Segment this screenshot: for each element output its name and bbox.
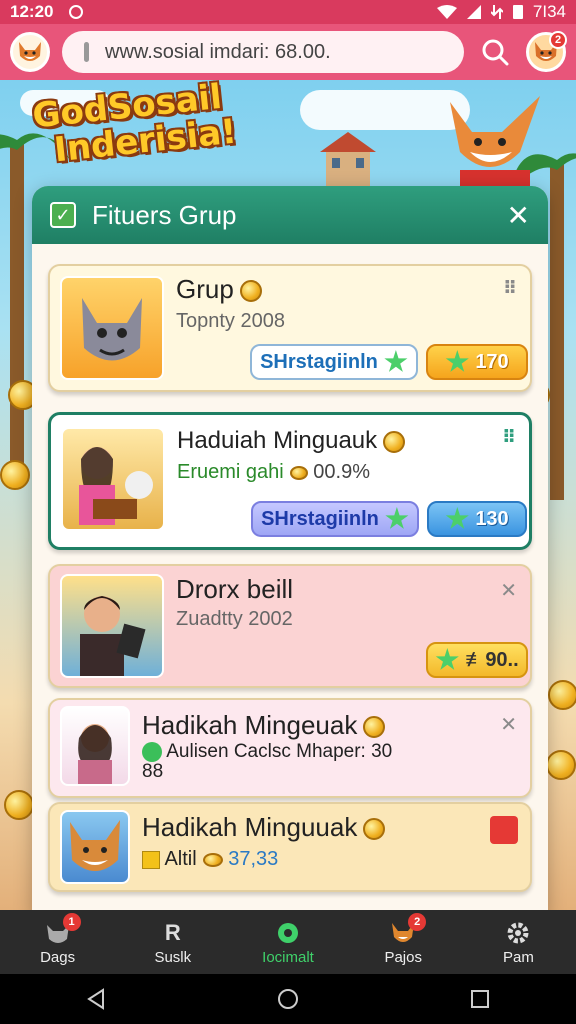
reward-button[interactable]: 170	[426, 344, 528, 380]
star-icon	[385, 507, 409, 529]
close-button[interactable]: ✕	[507, 199, 530, 232]
data-icon	[490, 5, 503, 19]
dog-icon: 1	[43, 912, 81, 947]
close-icon[interactable]: ✕	[500, 578, 518, 603]
search-icon	[482, 39, 509, 66]
card-title: Haduiah Minguauk	[177, 427, 406, 455]
card-thumbnail	[61, 427, 165, 531]
star-icon	[445, 350, 469, 372]
check-icon: ✓	[50, 202, 76, 228]
panel-header: ✓ Fituers Grup ✕	[32, 186, 548, 244]
status-button[interactable]: SHrstagiinln	[251, 501, 419, 537]
card-subtitle: Zuadtty 2002	[176, 608, 293, 630]
url-input[interactable]: www.sosial imdari: 68.00.	[62, 31, 464, 73]
nav-item-iocimalt[interactable]: Iocimalt	[230, 910, 345, 974]
card-thumbnail	[60, 706, 130, 786]
coin-icon	[548, 680, 576, 710]
card-subtitle: Topnty 2008	[176, 310, 285, 332]
battery-icon	[512, 5, 523, 19]
star-icon	[445, 507, 469, 529]
status-button[interactable]: SHrstagiinln	[250, 344, 418, 380]
system-nav	[0, 974, 576, 1024]
coin-icon	[363, 818, 386, 841]
status-right-text: 7I34	[532, 2, 566, 21]
card-thumbnail	[60, 810, 130, 884]
card-title: Hadikah Minguuak	[142, 812, 386, 843]
card-subtitle: Eruemi gahi 00.9%	[177, 461, 370, 483]
alarm-icon	[69, 5, 84, 19]
coin-icon	[546, 750, 576, 780]
coin-icon	[239, 280, 262, 303]
nav-label: Dags	[40, 948, 76, 966]
nav-item-pam[interactable]: Pam	[461, 910, 576, 974]
star-icon	[435, 648, 459, 670]
card-title: Grup	[176, 274, 262, 305]
coin-icon	[383, 430, 406, 453]
nav-item-suslk[interactable]: R Suslk	[115, 910, 230, 974]
building	[320, 132, 376, 192]
badge-icon	[142, 850, 160, 869]
nav-label: Pajos	[384, 948, 422, 966]
recents-icon[interactable]	[469, 988, 491, 1010]
list-item[interactable]: Grup Topnty 2008 ⠿ SHrstagiinln 170	[48, 264, 532, 392]
nav-badge: 1	[62, 912, 81, 931]
url-cursor	[84, 42, 89, 62]
coin-icon	[202, 852, 223, 867]
gear-icon	[503, 919, 533, 947]
card-thumbnail	[60, 276, 164, 380]
wifi-icon	[436, 5, 457, 19]
drag-handle-icon[interactable]: ⠿	[502, 427, 517, 448]
card-title: Drorx beill	[176, 574, 294, 604]
list-item[interactable]: Hadikah Mingeuak Aulisen Caclsc Mhaper: …	[48, 698, 532, 798]
list-item[interactable]: Drorx beill Zuadtty 2002 ✕ ≢90..	[48, 564, 532, 688]
r-icon: R	[164, 919, 181, 945]
nav-label: Suslk	[154, 948, 192, 966]
browser-bar: www.sosial imdari: 68.00. 2	[0, 24, 576, 80]
notification-badge: 2	[549, 31, 567, 49]
coin-icon	[363, 716, 386, 739]
star-icon	[384, 350, 408, 372]
bottom-nav: 1 Dags R Suslk Iocimalt 2 Pajos Pam	[0, 910, 576, 974]
reward-button[interactable]: ≢90..	[426, 642, 528, 678]
coin-icon	[4, 790, 34, 820]
fox-avatar-icon[interactable]	[10, 32, 50, 72]
nav-item-pajos[interactable]: 2 Pajos	[346, 910, 461, 974]
features-panel: ✓ Fituers Grup ✕ Grup Topnty 2008 ⠿ SHrs…	[32, 186, 548, 916]
list-item[interactable]: Hadikah Minguuak Altil 37,33	[48, 802, 532, 892]
status-time: 12:20	[10, 2, 54, 21]
flag-icon[interactable]	[490, 816, 518, 844]
coin-icon	[0, 460, 30, 490]
coin-icon	[289, 465, 308, 480]
close-icon[interactable]: ✕	[500, 712, 518, 737]
nav-label: Iocimalt	[262, 948, 314, 966]
nav-badge: 2	[408, 912, 427, 931]
list-item-selected[interactable]: Haduiah Minguauk Eruemi gahi 00.9% ⠿ SHr…	[48, 412, 532, 550]
status-bar: 12:20 7I34	[0, 0, 576, 24]
search-button[interactable]	[476, 33, 514, 71]
fox-mascot	[450, 96, 540, 192]
fox-icon: 2	[388, 912, 427, 947]
location-icon	[273, 919, 303, 947]
plus-icon	[142, 742, 162, 762]
signal-icon	[466, 5, 481, 19]
home-icon[interactable]	[277, 988, 299, 1010]
back-icon[interactable]	[85, 988, 107, 1010]
card-thumbnail	[60, 574, 164, 678]
card-title: Hadikah Mingeuak	[142, 710, 386, 741]
nav-item-dags[interactable]: 1 Dags	[0, 910, 115, 974]
card-subtitle: Altil 37,33	[142, 848, 278, 871]
reward-button[interactable]: 130	[427, 501, 527, 537]
card-subtitle: Aulisen Caclsc Mhaper: 30 88	[142, 741, 393, 783]
drag-handle-icon[interactable]: ⠿	[503, 278, 518, 299]
nav-label: Pam	[502, 948, 534, 966]
panel-title: Fituers Grup	[92, 199, 237, 230]
url-text: www.sosial imdari: 68.00.	[105, 40, 331, 63]
profile-avatar[interactable]: 2	[526, 31, 567, 72]
